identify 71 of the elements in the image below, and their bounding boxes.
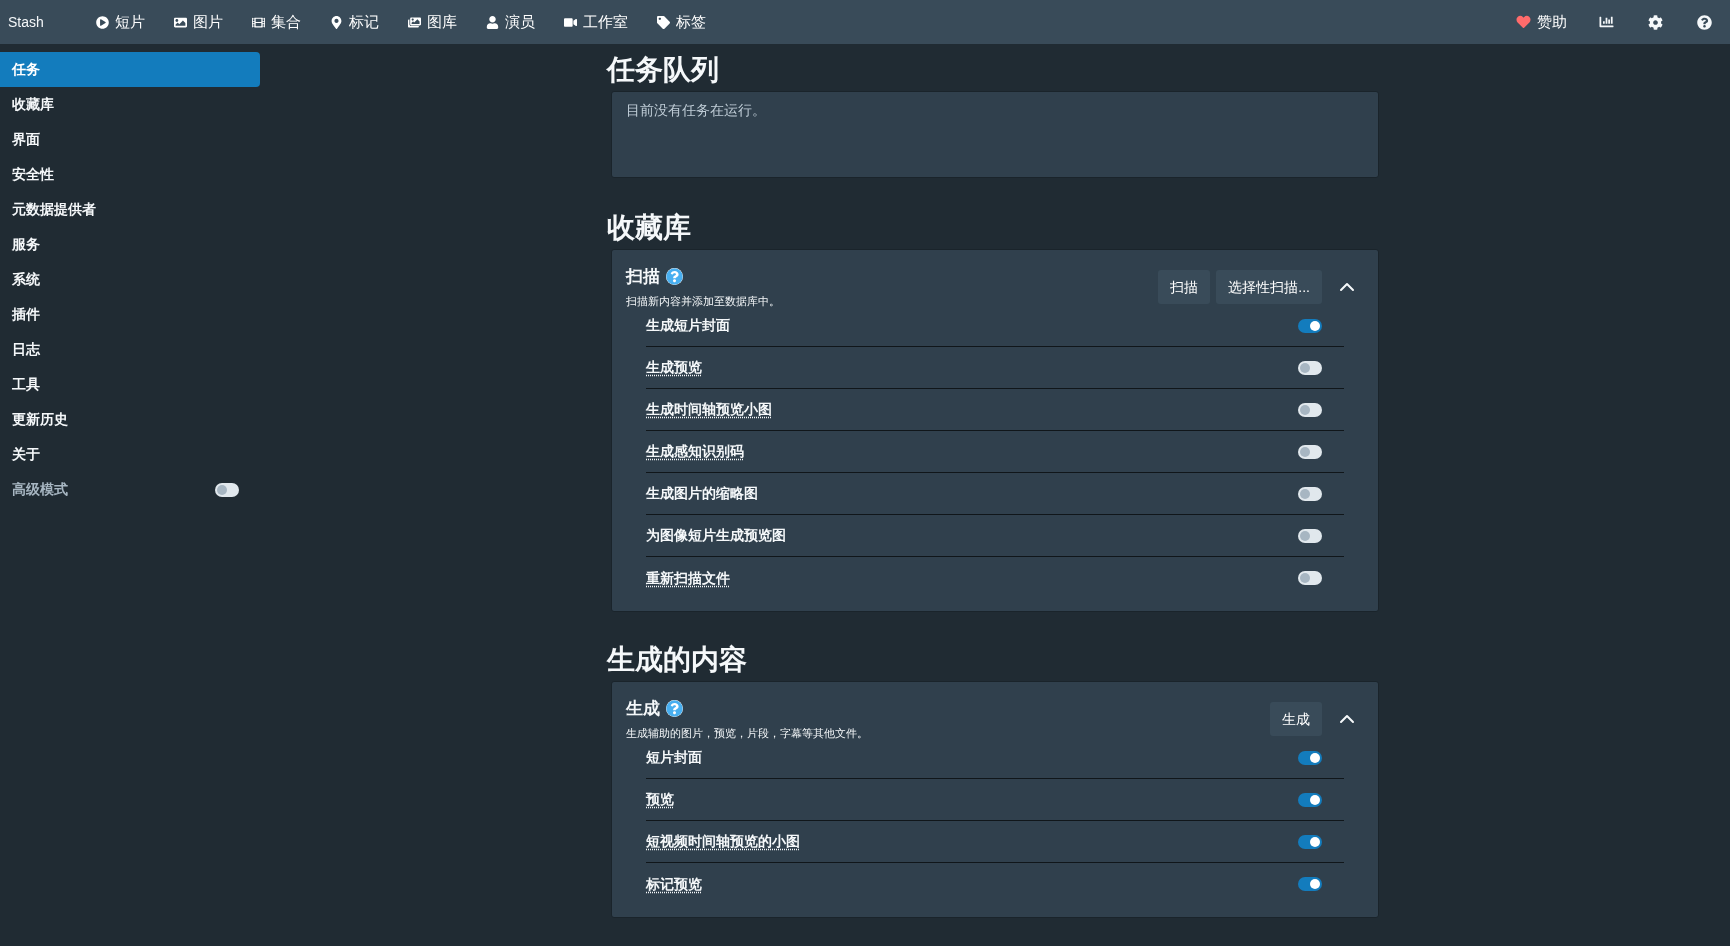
images-icon (407, 15, 421, 29)
image-icon (173, 15, 187, 29)
toggle-switch[interactable] (1298, 318, 1322, 333)
sidebar-item[interactable]: 更新历史 (0, 402, 260, 437)
settings-icon[interactable] (1648, 14, 1663, 30)
toggle-switch[interactable] (1298, 528, 1322, 543)
sidebar-item[interactable]: 服务 (0, 227, 260, 262)
sidebar-item[interactable]: 界面 (0, 122, 260, 157)
sidebar-item[interactable]: 收藏库 (0, 87, 260, 122)
toggle-switch[interactable] (1298, 792, 1322, 807)
option-label: 生成图片的缩略图 (646, 484, 758, 503)
sidebar-item[interactable]: 日志 (0, 332, 260, 367)
option-label: 短视频时间轴预览的小图 (646, 832, 800, 851)
action-button[interactable]: 生成 (1270, 702, 1322, 736)
toggle-switch[interactable] (1298, 402, 1322, 417)
donate-link[interactable]: 赞助 (1512, 10, 1571, 34)
option-label: 为图像短片生成预览图 (646, 526, 786, 545)
sidebar-item[interactable]: 插件 (0, 297, 260, 332)
brand-link[interactable]: Stash (8, 11, 44, 33)
nav-link[interactable]: 演员 (475, 5, 545, 39)
toggle-switch[interactable] (1298, 877, 1322, 891)
nav-link[interactable]: 图片 (163, 5, 233, 39)
bar-chart-icon[interactable] (1599, 15, 1614, 29)
tag-icon (656, 15, 670, 29)
toggle-switch[interactable] (1298, 571, 1322, 585)
toggle-switch[interactable] (1298, 750, 1322, 765)
toggle-switch[interactable] (1298, 486, 1322, 501)
card-title: 生成 (626, 698, 660, 720)
nav-link[interactable]: 集合 (241, 5, 311, 39)
nav-link[interactable]: 图库 (397, 5, 467, 39)
toggle-switch[interactable] (1298, 360, 1322, 375)
option-label: 生成时间轴预览小图 (646, 400, 772, 419)
option-label: 短片封面 (646, 748, 702, 767)
option-label: 标记预览 (646, 874, 702, 894)
toggle-switch[interactable] (1298, 834, 1322, 849)
nav-link[interactable]: 标记 (319, 5, 389, 39)
option-label: 生成短片封面 (646, 316, 730, 335)
card-description: 生成辅助的图片，预览，片段，字幕等其他文件。 (626, 725, 868, 741)
film-icon (251, 15, 265, 29)
section-heading: 收藏库 (607, 211, 691, 245)
toggle-switch[interactable] (1298, 444, 1322, 459)
nav-link[interactable]: 标签 (646, 5, 716, 39)
help-icon[interactable] (666, 700, 683, 718)
nav-link[interactable]: 工作室 (553, 5, 638, 39)
help-icon[interactable] (1697, 14, 1712, 30)
map-pin-icon (329, 15, 343, 29)
option-label: 生成感知识别码 (646, 442, 744, 461)
sidebar-item[interactable]: 系统 (0, 262, 260, 297)
option-label: 生成预览 (646, 358, 702, 377)
card-description: 扫描新内容并添加至数据库中。 (626, 293, 780, 309)
queue-message: 目前没有任务在运行。 (626, 101, 767, 120)
sidebar-item[interactable]: 关于 (0, 437, 260, 472)
user-icon (485, 15, 499, 29)
card-title: 扫描 (626, 266, 660, 288)
play-icon (95, 15, 109, 29)
sidebar-item[interactable]: 安全性 (0, 157, 260, 192)
sidebar-item[interactable]: 工具 (0, 367, 260, 402)
toggle-switch[interactable] (215, 482, 239, 497)
action-button[interactable]: 扫描 (1158, 270, 1211, 304)
sidebar-item[interactable]: 元数据提供者 (0, 192, 260, 227)
sidebar-label: 高级模式 (12, 480, 68, 499)
section-heading: 生成的内容 (607, 643, 747, 677)
action-button[interactable]: 选择性扫描... (1216, 270, 1322, 304)
video-camera-icon (563, 15, 577, 29)
option-label: 预览 (646, 790, 674, 809)
option-label: 重新扫描文件 (646, 568, 730, 588)
section-heading: 任务队列 (607, 53, 719, 87)
sidebar-item[interactable]: 任务 (0, 52, 260, 87)
nav-link[interactable]: 短片 (85, 5, 155, 39)
help-icon[interactable] (666, 268, 683, 286)
heart-icon (1516, 15, 1531, 29)
